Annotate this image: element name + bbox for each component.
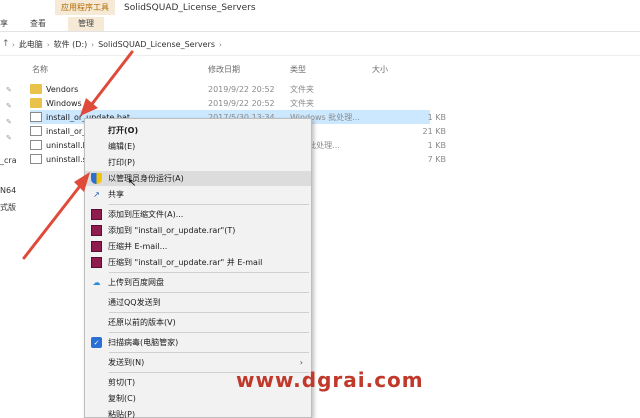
- mouse-cursor-icon: ↖: [128, 178, 137, 189]
- arrow-to-run-as-admin: [22, 172, 90, 260]
- annotation-arrows: [22, 50, 134, 260]
- watermark: www.dgrai.com: [236, 368, 424, 392]
- arrow-to-file: [80, 50, 134, 116]
